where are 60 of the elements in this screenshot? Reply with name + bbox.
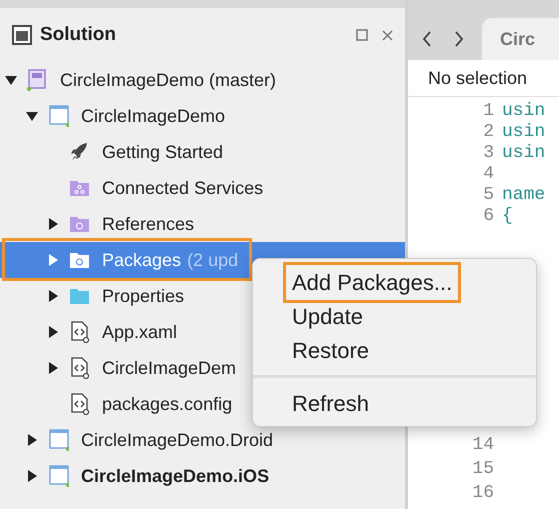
code-file-icon [69,321,90,343]
tree-item-label: Properties [102,284,184,308]
expand-arrow-icon[interactable] [47,326,59,338]
line-number: 15 [471,458,495,480]
forward-icon[interactable] [454,31,464,47]
tree-item-label: Packages [102,248,182,272]
tree-row[interactable]: CircleImageDemo (master) [0,62,405,98]
line-number: 4 [482,163,495,186]
line-number: 5 [482,184,495,207]
tree-item-label: CircleImageDemo (master) [60,68,276,92]
tree-item-label: packages.config [102,392,232,416]
close-icon[interactable] [382,30,393,40]
line-number: 14 [471,434,495,456]
tree-row[interactable]: CircleImageDemo.iOS [0,458,405,494]
expand-arrow-icon[interactable] [26,470,38,482]
tree-row[interactable]: Getting Started [0,134,405,170]
project-icon [48,105,69,127]
tree-item-label: References [102,212,194,236]
tree-item-label: CircleImageDemo.Droid [81,428,274,452]
tree-row[interactable]: References [0,206,405,242]
code-text: name [502,184,546,207]
pad-icon [12,25,32,45]
solution-icon [27,69,48,91]
expand-arrow-icon[interactable] [47,218,59,230]
tree-item-label: App.xaml [102,320,178,344]
line-number: 6 [482,205,495,228]
line-number: 2 [482,121,495,144]
pad-title: Solution [40,22,116,47]
project-icon [48,429,69,451]
tree-row[interactable]: CircleImageDemo [0,98,405,134]
code-text: usin [502,121,546,144]
minimize-icon[interactable] [356,29,368,41]
project-icon [48,465,69,487]
expand-arrow-icon[interactable] [47,290,59,302]
line-number: 16 [471,482,495,504]
tree-row[interactable]: CircleImageDemo.Droid [0,422,405,458]
tree-row[interactable]: Connected Services [0,170,405,206]
tree-item-label: CircleImageDem [102,356,236,380]
line-number: 1 [482,100,495,123]
rocket-icon [69,141,90,163]
back-icon[interactable] [422,31,432,47]
collapse-arrow-icon[interactable] [26,110,38,122]
tree-item-label: CircleImageDemo [81,104,226,128]
code-file-icon [69,357,90,379]
code-file-icon [69,393,90,415]
line-number: 3 [482,142,495,165]
tree-item-label: CircleImageDemo.iOS [81,464,270,488]
expand-arrow-icon[interactable] [26,434,38,446]
update-count: (2 upd [187,248,238,272]
expand-arrow-icon[interactable] [47,362,59,374]
code-text: usin [502,142,546,165]
menu-item[interactable]: Add Packages... [283,262,462,302]
breadcrumb: No selection [428,66,528,90]
tree-item-label: Connected Services [102,176,264,200]
menu-item[interactable]: Refresh [283,382,378,424]
code-text: usin [502,100,546,123]
collapse-arrow-icon[interactable] [5,74,17,86]
tree-item-label: Getting Started [102,140,224,164]
code-text: { [502,205,513,228]
editor-tab[interactable]: Circ [482,18,559,60]
